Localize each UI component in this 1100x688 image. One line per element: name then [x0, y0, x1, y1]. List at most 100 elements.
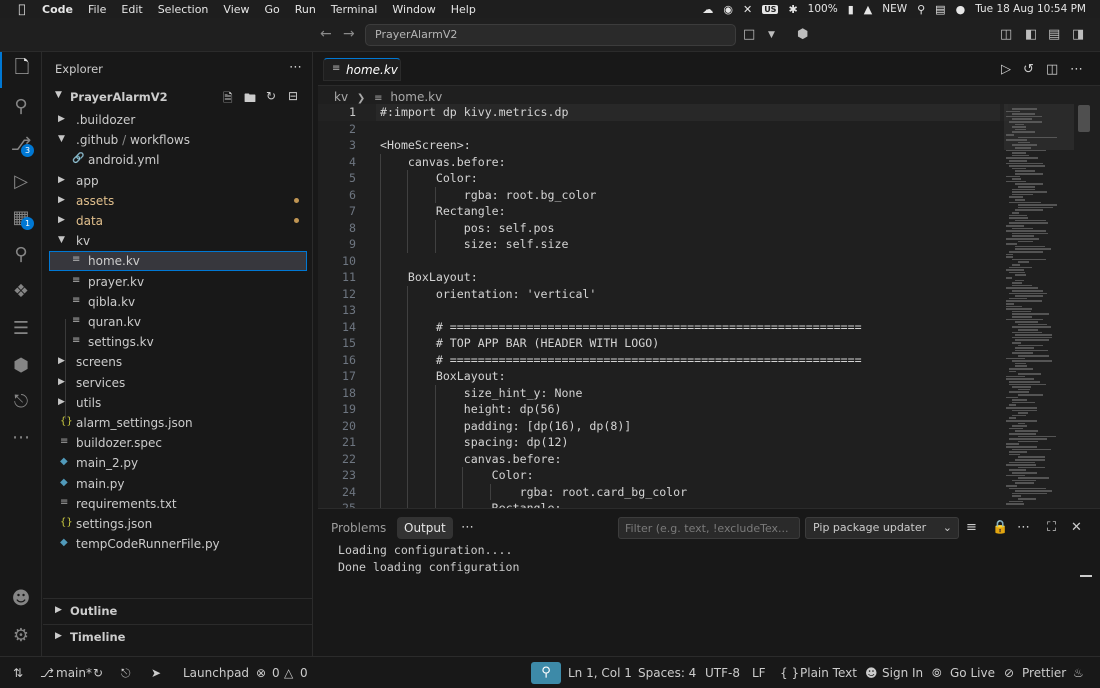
remote-icon[interactable]: ⇅: [13, 666, 23, 680]
tree-folder[interactable]: ▼ .github / workflows: [43, 130, 313, 150]
tree-file[interactable]: ◆ main.py: [43, 474, 313, 494]
new-indicator[interactable]: NEW: [882, 3, 907, 15]
menu-selection[interactable]: Selection: [158, 3, 209, 16]
refresh-icon[interactable]: ↻: [266, 89, 276, 103]
run-play-icon[interactable]: ▷: [1001, 62, 1011, 77]
output-filter-input[interactable]: [618, 517, 800, 539]
copilot-chat-icon[interactable]: □: [743, 27, 755, 42]
end-of-line[interactable]: LF: [752, 666, 766, 680]
tree-folder[interactable]: ▶ data: [43, 211, 313, 231]
testing-flask-icon[interactable]: ⚲: [0, 236, 42, 272]
breadcrumb-file[interactable]: home.kv: [390, 90, 442, 104]
tree-folder[interactable]: ▶ .buildozer: [43, 110, 313, 130]
launchpad-label[interactable]: Launchpad: [183, 666, 249, 680]
menu-run[interactable]: Run: [295, 3, 316, 16]
python-icon[interactable]: ❖: [0, 273, 42, 309]
spotlight-icon[interactable]: ⚲: [917, 3, 925, 16]
wifi-icon[interactable]: ▲: [864, 3, 872, 16]
scrollbar-thumb[interactable]: [1078, 105, 1090, 132]
source-control-icon[interactable]: ⎇ 3: [0, 126, 42, 162]
tree-file[interactable]: ≡ prayer.kv: [43, 272, 313, 292]
tree-file[interactable]: 🔗 android.yml: [43, 150, 313, 170]
tree-file[interactable]: ≡ quran.kv: [43, 312, 313, 332]
extensions-icon[interactable]: ▦ 1: [0, 199, 42, 235]
explorer-icon[interactable]: 🗋: [0, 52, 42, 88]
git-graph-icon[interactable]: ⎋: [121, 666, 131, 681]
editor-scrollbar[interactable]: [1078, 104, 1092, 508]
tab-output[interactable]: Output: [397, 517, 453, 539]
errors-icon[interactable]: ⊗: [256, 666, 266, 680]
menu-edit[interactable]: Edit: [121, 3, 142, 16]
clear-output-icon[interactable]: ≡: [966, 520, 977, 535]
tree-file[interactable]: ◆ tempCodeRunnerFile.py: [43, 534, 313, 554]
branch-name[interactable]: main*: [56, 666, 92, 680]
toggle-secondary-sidebar-icon[interactable]: ◨: [1072, 27, 1084, 42]
cursor-position[interactable]: Ln 1, Col 1: [568, 666, 632, 680]
new-folder-icon[interactable]: 🖿: [244, 89, 256, 110]
accounts-cube-icon[interactable]: ⬢: [797, 27, 808, 42]
toggle-primary-sidebar-icon[interactable]: ◧: [1025, 27, 1037, 42]
sign-in-icon[interactable]: ☻: [865, 666, 878, 680]
tree-folder[interactable]: ▶ app: [43, 171, 313, 191]
open-changes-icon[interactable]: ↺: [1023, 62, 1034, 77]
back-arrow-icon[interactable]: ←: [320, 26, 332, 42]
tree-file[interactable]: ≡ buildozer.spec: [43, 433, 313, 453]
split-editor-icon[interactable]: ◫: [1046, 62, 1058, 77]
go-live-label[interactable]: Go Live: [950, 666, 995, 680]
maximize-panel-icon[interactable]: ⛶: [1047, 520, 1056, 535]
tools-icon[interactable]: ✕: [743, 3, 752, 16]
sign-in-label[interactable]: Sign In: [882, 666, 923, 680]
tree-file[interactable]: ≡ qibla.kv: [43, 292, 313, 312]
tree-folder[interactable]: ▶ screens: [43, 352, 313, 372]
menubar-clock[interactable]: Tue 18 Aug 10:54 PM: [975, 3, 1086, 15]
search-icon[interactable]: ⚲: [0, 88, 42, 124]
warnings-icon[interactable]: △: [284, 666, 293, 680]
panel-more-icon[interactable]: ⋯: [461, 520, 474, 535]
input-source-icon[interactable]: US: [762, 4, 779, 14]
menu-help[interactable]: Help: [451, 3, 476, 16]
stack-layers-icon[interactable]: ☰: [0, 310, 42, 346]
notifications-bell-icon[interactable]: ♨: [1073, 666, 1084, 680]
prettier-icon[interactable]: ⊘: [1004, 666, 1014, 680]
forward-arrow-icon[interactable]: →: [343, 26, 355, 42]
menu-go[interactable]: Go: [265, 3, 280, 16]
menu-file[interactable]: File: [88, 3, 106, 16]
tree-folder[interactable]: ▶ assets: [43, 191, 313, 211]
command-center-search[interactable]: PrayerAlarmV2: [365, 24, 736, 46]
launchpad-icon[interactable]: ➤: [151, 666, 161, 680]
collapse-all-icon[interactable]: ⊟: [288, 89, 298, 103]
zoom-icon[interactable]: ⚲: [531, 662, 561, 684]
warnings-count[interactable]: 0: [300, 666, 308, 680]
lock-scroll-icon[interactable]: 🔒: [992, 520, 1008, 535]
outline-section[interactable]: ▶ Outline: [43, 598, 313, 622]
breadcrumb-folder[interactable]: kv: [334, 90, 348, 104]
code-editor[interactable]: 1 #:import dp kivy.metrics.dp 2 3 <HomeScree…: [318, 104, 1008, 508]
branch-icon[interactable]: ⎇: [40, 666, 54, 680]
menu-app-name[interactable]: Code: [42, 3, 73, 16]
minimap[interactable]: [1004, 104, 1084, 508]
timeline-section[interactable]: ▶ Timeline: [43, 624, 313, 648]
toggle-panel-icon[interactable]: ▤: [1048, 27, 1060, 42]
tree-folder[interactable]: ▶ utils: [43, 393, 313, 413]
menu-terminal[interactable]: Terminal: [331, 3, 378, 16]
bluetooth-icon[interactable]: ✱: [788, 3, 797, 16]
tree-file[interactable]: ≡ requirements.txt: [43, 494, 313, 514]
tree-file[interactable]: {} alarm_settings.json: [43, 413, 313, 433]
prettier-label[interactable]: Prettier: [1022, 666, 1066, 680]
containers-cube-icon[interactable]: ⬢: [0, 347, 42, 383]
tab-home-kv[interactable]: ≡ home.kv: [323, 58, 401, 81]
chevron-down-icon[interactable]: ▼: [768, 30, 775, 40]
menu-window[interactable]: Window: [392, 3, 435, 16]
tree-folder[interactable]: ▼ kv: [43, 231, 313, 251]
encoding[interactable]: UTF-8: [705, 666, 740, 680]
control-center-icon[interactable]: ▤: [935, 3, 945, 16]
tree-file[interactable]: {} settings.json: [43, 514, 313, 534]
battery-percentage[interactable]: 100%: [808, 3, 838, 15]
battery-icon[interactable]: ▮: [848, 3, 854, 16]
go-live-icon[interactable]: ⦾: [932, 666, 942, 681]
tree-file[interactable]: ≡ home.kv: [49, 251, 307, 272]
editor-more-icon[interactable]: ⋯: [1070, 62, 1083, 77]
git-graph-icon[interactable]: ⎋: [0, 383, 42, 419]
more-actions-icon[interactable]: ⋯: [289, 60, 302, 75]
siri-icon[interactable]: ●: [956, 3, 966, 16]
